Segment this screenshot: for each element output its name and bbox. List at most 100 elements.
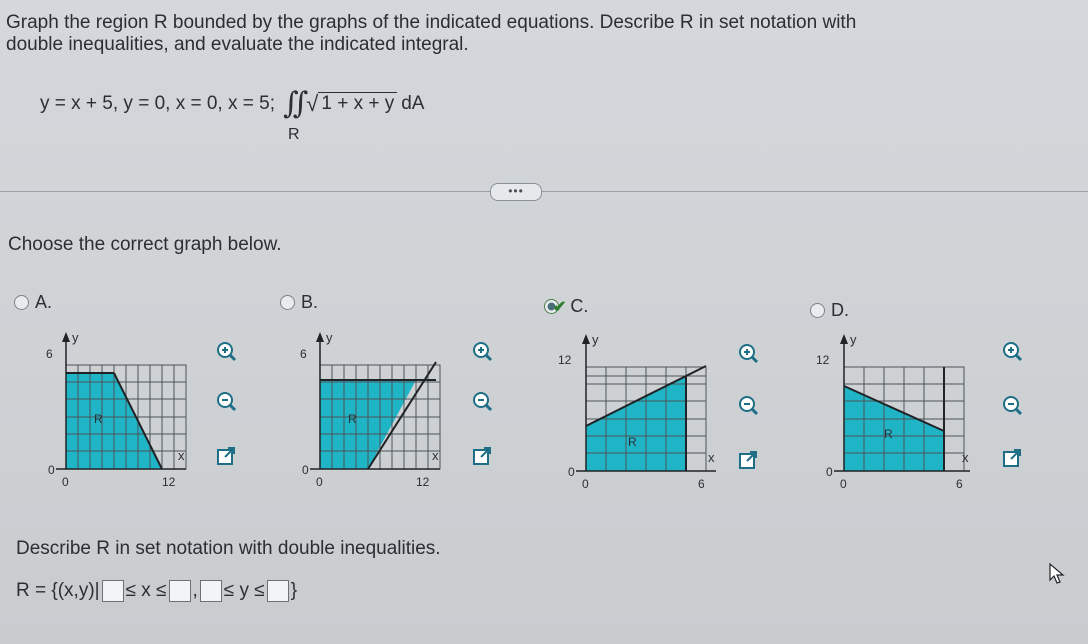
x-lower-input[interactable] — [101, 580, 124, 602]
graph-d: y x 12 0 0 6 R — [816, 332, 970, 490]
region-label-b: R — [348, 412, 357, 426]
region-c — [586, 376, 686, 471]
xtick-max-c: 6 — [698, 477, 705, 490]
zoom-out-icon — [473, 392, 493, 412]
popout-icon — [217, 447, 235, 465]
graph-a: y x 6 0 0 12 R — [46, 330, 187, 488]
xtick-origin-a: 0 — [62, 475, 69, 488]
double-integral-icon: ∫∫ — [283, 86, 308, 121]
option-c[interactable]: ✔ C. y x 12 0 0 6 R — [544, 296, 794, 506]
zoom-out-button-a[interactable] — [214, 390, 238, 414]
region-d — [844, 386, 944, 471]
popout-button-b[interactable] — [470, 444, 494, 468]
axis-x-label-c: x — [708, 450, 715, 465]
prompt-line-2: double inequalities, and evaluate the in… — [6, 34, 469, 55]
sqrt-expression: √ 1 + x + y — [306, 90, 398, 117]
region-label-d: R — [884, 427, 893, 441]
more-button[interactable]: ••• — [490, 183, 542, 201]
option-c-label[interactable]: ✔ C. — [544, 296, 588, 317]
ytick-origin-c: 0 — [568, 465, 575, 479]
ytick-max-d: 12 — [816, 353, 830, 367]
graph-c: y x 12 0 0 6 R — [558, 332, 716, 490]
option-a[interactable]: A. y x 6 0 0 12 R — [14, 292, 264, 502]
zoom-in-icon — [1003, 342, 1023, 362]
equation-row: y = x + 5, y = 0, x = 0, x = 5; ∫∫ √ 1 +… — [40, 86, 424, 121]
radio-b[interactable] — [280, 295, 295, 310]
sqrt-icon: √ — [306, 90, 319, 116]
popout-button-a[interactable] — [214, 444, 238, 468]
region-label-a: R — [94, 412, 103, 426]
zoom-in-button-c[interactable] — [736, 342, 760, 366]
radio-a[interactable] — [14, 295, 29, 310]
mouse-cursor-icon — [1049, 562, 1065, 584]
checkmark-icon: ✔ — [553, 298, 567, 316]
option-d[interactable]: D. y x 12 0 0 6 R — [810, 300, 1060, 510]
axis-y-label-c: y — [592, 332, 599, 347]
zoom-out-icon — [739, 396, 759, 416]
question-prompt: Graph the region R bounded by the graphs… — [6, 12, 946, 56]
option-d-label[interactable]: D. — [810, 300, 849, 321]
region-label-c: R — [628, 435, 637, 449]
zoom-out-icon — [217, 392, 237, 412]
divider — [0, 191, 1088, 192]
ytick-origin-b: 0 — [302, 463, 309, 477]
popout-icon — [473, 447, 491, 465]
axis-y-label-d: y — [850, 332, 857, 347]
zoom-in-button-d[interactable] — [1000, 340, 1024, 364]
xtick-origin-d: 0 — [840, 477, 847, 490]
set-comma: , — [192, 580, 198, 601]
axis-x-label-d: x — [962, 450, 969, 465]
axis-x-label-a: x — [178, 448, 185, 463]
option-c-letter: C. — [570, 296, 589, 316]
ytick-max-c: 12 — [558, 353, 572, 367]
zoom-out-button-c[interactable] — [736, 394, 760, 418]
xtick-max-a: 12 — [162, 475, 176, 488]
ytick-max-b: 6 — [300, 347, 307, 361]
ytick-origin-a: 0 — [48, 463, 55, 477]
differential: dA — [401, 92, 425, 114]
choose-instruction: Choose the correct graph below. — [8, 234, 282, 255]
axis-y-label-a: y — [72, 330, 79, 345]
describe-instruction: Describe R in set notation with double i… — [16, 538, 441, 559]
ytick-origin-d: 0 — [826, 465, 833, 479]
radicand: 1 + x + y — [318, 92, 398, 115]
x-upper-input[interactable] — [168, 580, 191, 602]
zoom-out-button-b[interactable] — [470, 390, 494, 414]
xtick-origin-c: 0 — [582, 477, 589, 490]
zoom-out-button-d[interactable] — [1000, 394, 1024, 418]
zoom-in-button-a[interactable] — [214, 340, 238, 364]
popout-icon — [739, 451, 757, 469]
prompt-line-1: Graph the region R bounded by the graphs… — [6, 12, 857, 33]
zoom-in-icon — [473, 342, 493, 362]
popout-icon — [1003, 449, 1021, 467]
y-upper-input[interactable] — [266, 580, 289, 602]
region-subscript: R — [288, 126, 300, 143]
option-b-letter: B. — [301, 292, 319, 312]
zoom-in-icon — [739, 344, 759, 364]
popout-button-c[interactable] — [736, 448, 760, 472]
set-suffix: } — [290, 580, 298, 601]
axis-y-label-b: y — [326, 330, 333, 345]
ytick-max-a: 6 — [46, 347, 53, 361]
set-prefix: R = {(x,y)| — [16, 580, 100, 601]
option-a-label[interactable]: A. — [14, 292, 52, 313]
xtick-max-b: 12 — [416, 475, 430, 488]
zoom-in-button-b[interactable] — [470, 340, 494, 364]
equations-text: y = x + 5, y = 0, x = 0, x = 5; — [40, 92, 275, 114]
x-inequality: ≤ x ≤ — [125, 580, 167, 601]
option-b[interactable]: B. y x 6 0 0 12 R — [280, 292, 530, 502]
option-b-label[interactable]: B. — [280, 292, 318, 313]
xtick-origin-b: 0 — [316, 475, 323, 488]
zoom-out-icon — [1003, 396, 1023, 416]
set-notation-row: R = {(x,y)| ≤ x ≤ , ≤ y ≤ } — [16, 580, 297, 602]
option-d-letter: D. — [831, 300, 849, 320]
graph-b: y x 6 0 0 12 R — [300, 330, 441, 488]
option-a-letter: A. — [35, 292, 53, 312]
radio-d[interactable] — [810, 303, 825, 318]
xtick-max-d: 6 — [956, 477, 963, 490]
zoom-in-icon — [217, 342, 237, 362]
y-lower-input[interactable] — [199, 580, 222, 602]
y-inequality: ≤ y ≤ — [223, 580, 265, 601]
axis-x-label-b: x — [432, 448, 439, 463]
popout-button-d[interactable] — [1000, 446, 1024, 470]
